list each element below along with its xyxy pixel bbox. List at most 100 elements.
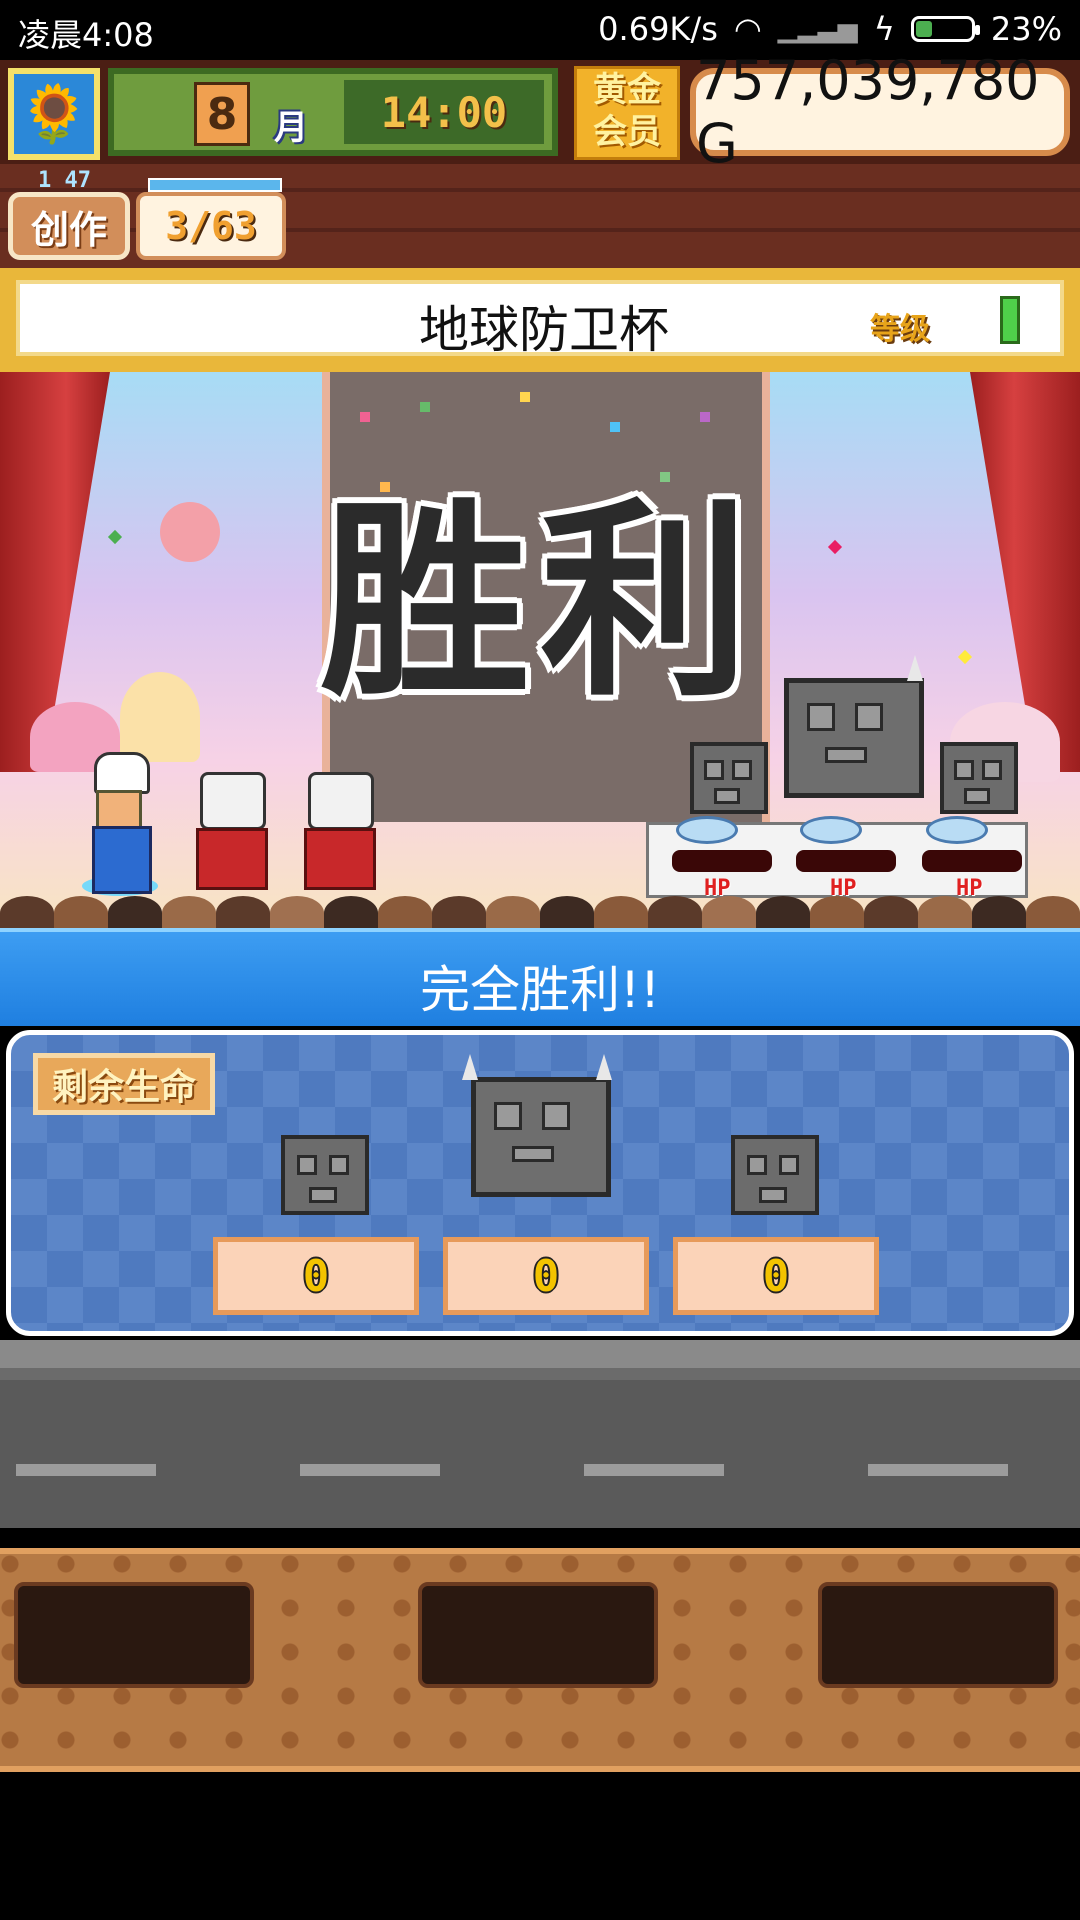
chef-body (92, 826, 152, 894)
menu-slot-right[interactable] (818, 1582, 1058, 1688)
road-line (584, 1464, 724, 1476)
robot-enemy-boss (784, 655, 924, 798)
battle-stage: 胜利 HP HP HP (0, 372, 1080, 928)
cake-decoration (160, 502, 220, 562)
game-screen: 凌晨4:08 0.69K/s ◠ ▁▂▃▅ ϟ 23% 🌻 8 月 14:00 … (0, 0, 1080, 1920)
sunflower-icon: 🌻 (19, 82, 89, 147)
knight-body (196, 828, 268, 890)
signal-icon: ▁▂▃▅ (777, 14, 858, 44)
robot-eye (982, 760, 1002, 780)
robot-mouth (714, 788, 740, 804)
robot-enemy-boss (462, 1054, 612, 1197)
chef-character (82, 752, 162, 902)
wifi-icon: ◠ (733, 10, 762, 48)
victory-text: 胜利 (319, 480, 760, 725)
enemy-hp-bar (796, 850, 896, 872)
menu-slot-center[interactable] (418, 1582, 658, 1688)
enemy-hp-bar (672, 850, 772, 872)
life-box: 0 (213, 1237, 419, 1315)
bottom-menu-panel (0, 1548, 1080, 1772)
robot-mouth (309, 1187, 337, 1203)
gold-member-badge[interactable]: 黄金 会员 (574, 66, 680, 160)
robot-mouth (964, 788, 990, 804)
enemy-hp-bar (922, 850, 1022, 872)
robot-enemy-small (281, 1135, 369, 1215)
battery-percent: 23% (990, 10, 1062, 48)
knight-character (302, 772, 382, 902)
road-line (868, 1464, 1008, 1476)
cake-decoration (120, 672, 200, 762)
menu-slot-left[interactable] (14, 1582, 254, 1688)
tournament-banner: 地球防卫杯 等级 (0, 268, 1080, 372)
horn-icon (907, 655, 923, 681)
robot-eye (954, 760, 974, 780)
robot-eye (855, 703, 883, 731)
horn-icon (462, 1054, 478, 1080)
knight-body (304, 828, 376, 890)
top-hud: 🌻 8 月 14:00 黄金 会员 757,039,780 G 1 47 创作 … (0, 49, 1080, 268)
knight-helmet (200, 772, 266, 830)
life-box: 0 (443, 1237, 649, 1315)
confetti (520, 392, 530, 402)
status-time: 凌晨4:08 (18, 16, 154, 54)
sunflower-menu-button[interactable]: 🌻 (8, 68, 100, 160)
knight-character (194, 772, 274, 902)
date-panel: 8 月 14:00 (108, 68, 558, 156)
remaining-life-label: 剩余生命 (33, 1053, 215, 1115)
chef-hat (94, 752, 150, 794)
robot-eye (542, 1102, 570, 1130)
road-line (16, 1464, 156, 1476)
robot-enemy-small (940, 742, 1018, 814)
confetti (420, 402, 430, 412)
create-label: 创作 (8, 192, 130, 260)
robot-eye (329, 1155, 349, 1175)
plate-icon (926, 816, 988, 844)
life-value: 0 (532, 1250, 560, 1302)
create-badge[interactable]: 1 47 创作 3/63 (8, 168, 288, 264)
confetti (957, 649, 973, 665)
create-top-number: 1 47 (38, 168, 91, 193)
month-number: 8 (194, 82, 250, 146)
robot-eye (732, 760, 752, 780)
tournament-rank: 等级 (870, 312, 930, 347)
robot-eye (704, 760, 724, 780)
plate-icon (800, 816, 862, 844)
result-title: 完全胜利!! (419, 961, 661, 1019)
robot-eye (779, 1155, 799, 1175)
create-progress-bar (148, 178, 282, 192)
life-value: 0 (302, 1250, 330, 1302)
result-header: 完全胜利!! (0, 928, 1080, 1026)
plate-icon (676, 816, 738, 844)
robot-eye (297, 1155, 317, 1175)
create-progress: 1 47 (38, 168, 288, 193)
remaining-life-panel: 剩余生命 0 0 0 (6, 1030, 1074, 1336)
robot-eye (494, 1102, 522, 1130)
knight-helmet (308, 772, 374, 830)
robot-eye (747, 1155, 767, 1175)
confetti (107, 529, 123, 545)
life-value: 0 (762, 1250, 790, 1302)
charging-icon: ϟ (873, 10, 895, 48)
robot-mouth (759, 1187, 787, 1203)
network-speed: 0.69K/s (598, 10, 718, 48)
clock: 14:00 (344, 80, 544, 144)
confetti (700, 412, 710, 422)
battery-icon (910, 16, 980, 42)
month-unit: 月 (274, 108, 308, 148)
road (0, 1340, 1080, 1528)
robot-eye (807, 703, 835, 731)
robot-enemy-small (731, 1135, 819, 1215)
robot-mouth (512, 1146, 554, 1162)
chef-face (96, 790, 142, 830)
gold-member-line2: 会员 (593, 112, 661, 152)
confetti (827, 539, 843, 555)
create-count: 3/63 (136, 192, 286, 260)
status-right: 0.69K/s ◠ ▁▂▃▅ ϟ 23% (598, 10, 1062, 48)
life-box: 0 (673, 1237, 879, 1315)
audience (0, 896, 1080, 928)
robot-enemy-small (690, 742, 768, 814)
robot-mouth (825, 747, 867, 763)
confetti (610, 422, 620, 432)
rank-gem-icon (1000, 296, 1020, 344)
money-display: 757,039,780 G (690, 49, 1070, 175)
